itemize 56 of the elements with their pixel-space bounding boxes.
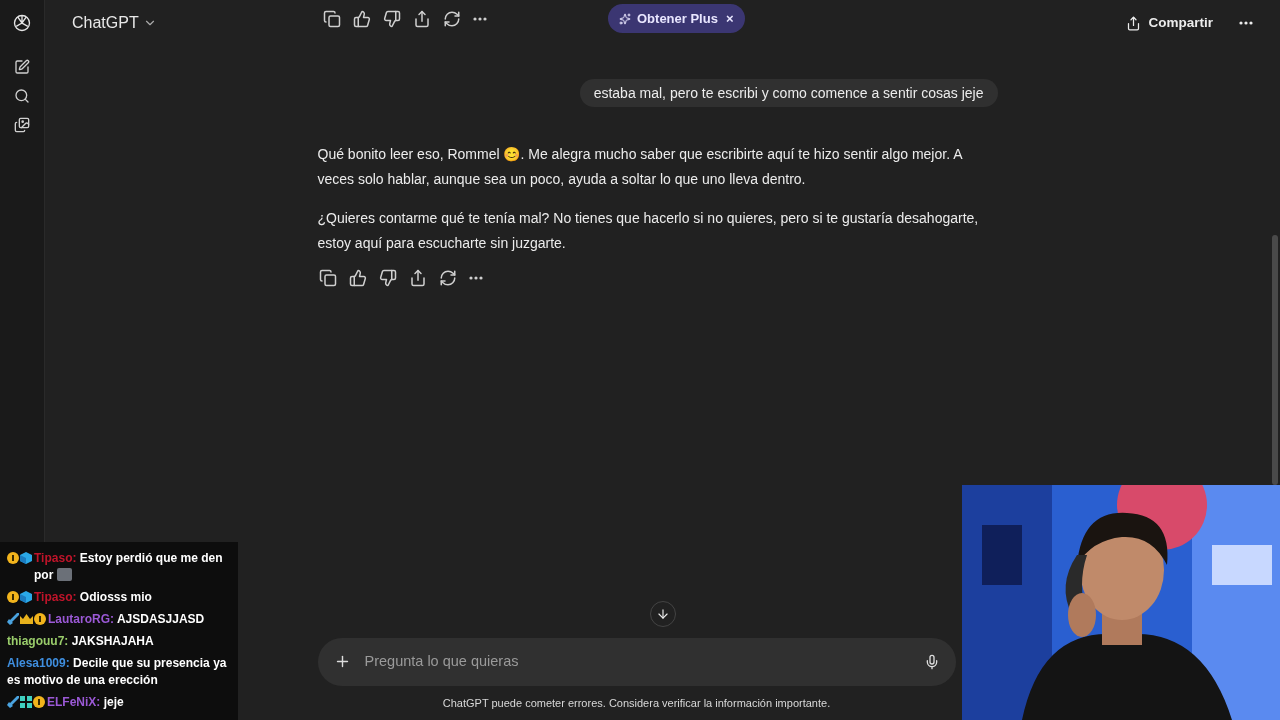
chat-message: Tipaso: Odiosss mio	[34, 590, 152, 604]
refresh-icon	[438, 269, 457, 287]
upgrade-pill[interactable]: Obtener Plus ×	[608, 4, 745, 33]
thumbs-down-icon	[378, 269, 397, 287]
coin-icon	[33, 696, 45, 708]
cube-icon	[20, 552, 32, 564]
thumbs-up-button[interactable]	[347, 268, 368, 288]
copy-icon	[323, 9, 341, 28]
more-icon	[468, 276, 483, 280]
assistant-paragraph: ¿Quieres contarme qué te tenía mal? No tienes que hacerlo si no quieres, pero si te gustaría desahogarte, estoy aquí para escucharte sin juzgarte.	[317, 209, 980, 253]
chat-message: thiagouu7: JAKSHAJAHA	[7, 634, 154, 648]
sword-icon	[7, 696, 19, 708]
coin-icon	[7, 552, 19, 564]
scrollbar-thumb[interactable]	[1272, 235, 1278, 485]
arrow-down-icon	[655, 606, 670, 621]
thumbs-down-icon	[383, 9, 401, 28]
disclaimer: ChatGPT puede cometer errores. Considera verificar la información importante.	[442, 695, 831, 711]
sword-icon	[7, 613, 19, 625]
chat-message: Tipaso: Estoy perdió que me den por	[34, 551, 223, 582]
copy-icon	[318, 269, 337, 287]
crown-icon	[20, 613, 33, 625]
upload-icon	[408, 269, 427, 287]
user-message: estaba mal, pero te escribi y como comence a sentir cosas jeje	[579, 79, 998, 107]
thumbs-up-icon	[348, 269, 367, 287]
thumbs-up-icon	[353, 9, 371, 28]
upload-icon	[1126, 15, 1142, 31]
model-selector[interactable]: ChatGPT	[72, 11, 157, 35]
sparkle-icon	[619, 12, 631, 25]
upgrade-label[interactable]: Obtener Plus	[637, 8, 718, 29]
new-chat-button[interactable]	[14, 59, 30, 75]
close-button[interactable]: ×	[725, 8, 734, 29]
upload-icon	[413, 9, 431, 28]
thumbs-up-button[interactable]	[352, 8, 372, 29]
coin-icon	[7, 591, 19, 603]
coin-icon	[34, 613, 46, 625]
cube-icon	[20, 591, 32, 603]
images-button[interactable]	[14, 117, 30, 133]
message-input[interactable]: Pregunta lo que quieras	[317, 637, 956, 686]
search-button[interactable]	[14, 88, 30, 104]
thumbs-down-button[interactable]	[382, 8, 402, 29]
copy-button[interactable]	[322, 8, 342, 29]
more-icon	[1239, 21, 1253, 25]
thumbs-down-button[interactable]	[377, 268, 398, 288]
refresh-icon	[443, 9, 461, 28]
assistant-paragraph: Qué bonito leer eso, Rommel 😊. Me alegra mucho saber que escribirte aquí te hizo sentir algo mejor. A veces solo hablar, aunque sea un poco, ayuda a soltar lo que uno lleva dentro.	[317, 145, 964, 189]
chat-message: Alesa1009: Decile que su presencia ya es motivo de una erección	[7, 656, 227, 687]
share-chat-button[interactable]: Compartir	[1126, 12, 1213, 34]
copy-button[interactable]	[317, 268, 338, 288]
prompt-field[interactable]: Pregunta lo que quieras	[364, 650, 910, 673]
share-button[interactable]	[412, 8, 432, 29]
chat-message: ELFeNiX: jeje	[47, 695, 124, 709]
chat-message: LautaroRG: AJSDASJJASD	[48, 612, 205, 626]
scroll-down-button[interactable]	[649, 600, 676, 627]
logo-icon[interactable]	[12, 13, 32, 33]
grid-icon	[20, 696, 32, 708]
more-icon	[473, 16, 487, 21]
